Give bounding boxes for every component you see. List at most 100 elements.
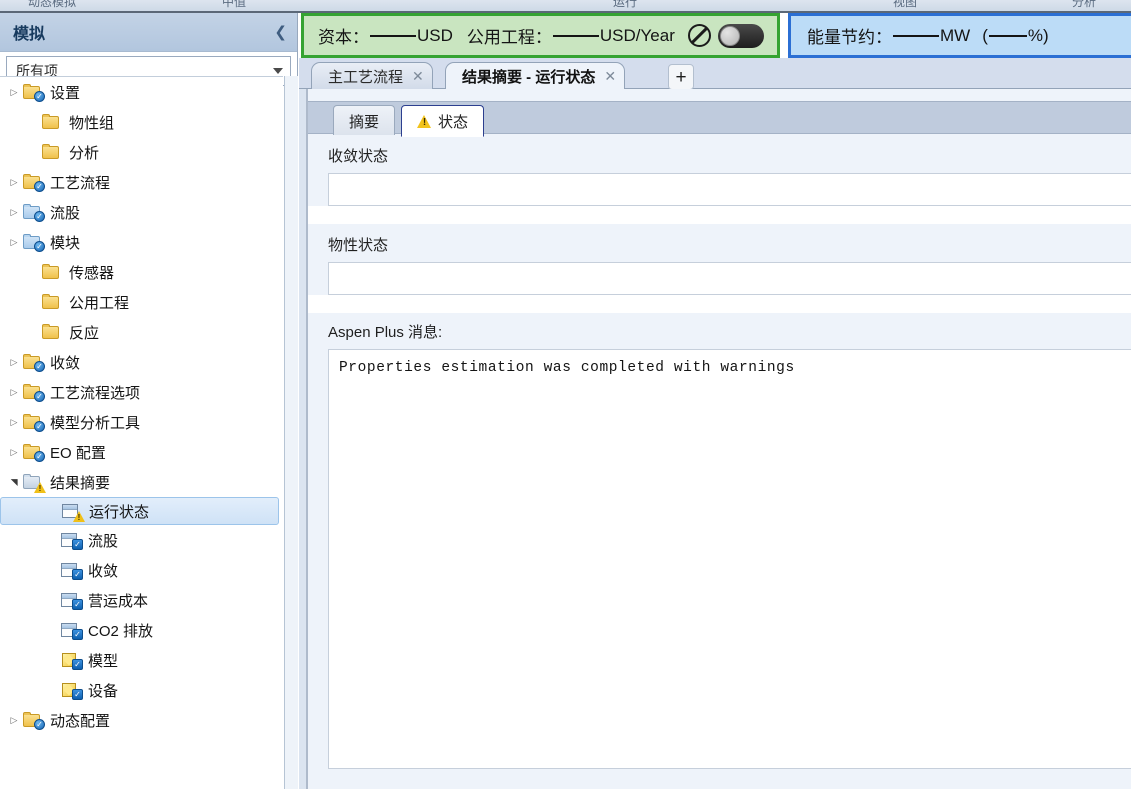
status-banner-row: 资本： USD 公用工程： USD/Year 能量节约： MW (%) xyxy=(299,13,1131,58)
energy-savings-blank xyxy=(893,34,939,37)
expand-arrow-icon[interactable]: ▷ xyxy=(6,357,22,367)
tree-item-0[interactable]: ▷ ✓ 设置 xyxy=(0,77,283,107)
tree-item-1[interactable]: 物性组 xyxy=(0,107,283,137)
folder-yellow-check-icon: ✓ xyxy=(22,413,45,432)
navigation-tree[interactable]: ▷ ✓ 设置 物性组 分析 ▷ ✓ 工艺流程 ▷ ✓ 流股 ▷ ✓ 模块 传感器 公用工程 反应 ▷ ✓ 收… xyxy=(0,76,283,789)
page-title: 模拟 xyxy=(13,26,46,43)
check-badge: ✓ xyxy=(34,181,45,192)
tree-item-18[interactable]: ✓ CO2 排放 xyxy=(0,615,283,645)
expand-arrow-icon[interactable]: ▷ xyxy=(6,207,22,217)
tab-summary[interactable]: 摘要 xyxy=(333,105,396,137)
close-icon[interactable]: ✕ xyxy=(412,69,424,83)
tree-item-10[interactable]: ▷ ✓ 工艺流程选项 xyxy=(0,377,283,407)
folder-yellow-icon xyxy=(41,323,63,341)
properties-status-field[interactable] xyxy=(328,262,1131,295)
tree-item-20[interactable]: ✓ 设备 xyxy=(0,675,283,705)
convergence-status-field[interactable] xyxy=(328,173,1131,206)
expand-arrow-icon[interactable]: ▷ xyxy=(6,387,22,397)
tree-item-17[interactable]: ✓ 营运成本 xyxy=(0,585,283,615)
capital-cost-banner: 资本： USD 公用工程： USD/Year xyxy=(301,13,780,58)
tree-item-8[interactable]: 反应 xyxy=(0,317,283,347)
folder-yellow-check-icon: ✓ xyxy=(22,173,45,192)
tree-item-12[interactable]: ▷ ✓ EO 配置 xyxy=(0,437,283,467)
document-tab-results-run-status[interactable]: 结果摘要 - 运行状态 ✕ xyxy=(445,62,626,89)
capital-cost-blank xyxy=(370,34,416,37)
ribbon-tab-1[interactable]: 中值 xyxy=(222,0,246,10)
aspen-message-textarea[interactable]: Properties estimation was completed with… xyxy=(328,349,1131,769)
ribbon-tab-0[interactable]: 动态模拟 xyxy=(28,0,76,10)
tree-item-3[interactable]: ▷ ✓ 工艺流程 xyxy=(0,167,283,197)
check-badge: ✓ xyxy=(34,719,45,730)
add-tab-button[interactable]: + xyxy=(668,64,694,90)
check-badge: ✓ xyxy=(34,91,45,102)
tree-item-21[interactable]: ▷ ✓ 动态配置 xyxy=(0,705,283,735)
ribbon-tab-3[interactable]: 视图 xyxy=(893,0,917,10)
prohibited-icon[interactable] xyxy=(687,24,711,47)
folder-blue-check-icon: ✓ xyxy=(22,233,45,252)
tree-item-11[interactable]: ▷ ✓ 模型分析工具 xyxy=(0,407,283,437)
expand-arrow-icon[interactable]: ▷ xyxy=(6,177,22,187)
tree-item-label: 流股 xyxy=(88,532,119,550)
folder-yellow-check-icon: ✓ xyxy=(22,83,45,102)
tree-item-6[interactable]: 传感器 xyxy=(0,257,283,287)
chevron-left-icon[interactable]: ❮ xyxy=(274,25,287,40)
check-badge: ✓ xyxy=(34,211,45,222)
ribbon-tab-2[interactable]: 运行 xyxy=(613,0,637,10)
expand-arrow-icon[interactable]: ▷ xyxy=(6,87,22,97)
ribbon-tab-4[interactable]: 分析 xyxy=(1072,0,1096,10)
tree-item-13[interactable]: ◢! 结果摘要 xyxy=(0,467,283,497)
utility-cost-unit: USD/Year xyxy=(599,25,675,45)
expand-arrow-icon[interactable]: ▷ xyxy=(6,447,22,457)
tree-item-16[interactable]: ✓ 收敛 xyxy=(0,555,283,585)
sheet-warning-icon: ! xyxy=(61,502,85,522)
check-badge: ✓ xyxy=(34,241,45,252)
tree-item-label: 模型分析工具 xyxy=(50,414,141,432)
utility-cost-blank xyxy=(552,34,599,37)
tree-item-label: 设置 xyxy=(50,84,81,102)
tree-item-9[interactable]: ▷ ✓ 收敛 xyxy=(0,347,283,377)
tree-item-label: 模块 xyxy=(50,234,81,252)
check-badge: ✓ xyxy=(34,391,45,402)
sheet-check-icon: ✓ xyxy=(60,591,83,610)
folder-yellow-check-icon: ✓ xyxy=(22,443,45,462)
energy-paren-close: ) xyxy=(1043,25,1049,45)
energy-savings-banner: 能量节约： MW (%) xyxy=(788,13,1131,58)
navigation-header: 模拟 ❮ xyxy=(0,13,297,52)
tree-item-label: EO 配置 xyxy=(50,444,106,462)
check-badge: ✓ xyxy=(72,569,83,580)
tree-item-label: 营运成本 xyxy=(88,592,149,610)
expand-arrow-icon[interactable]: ▷ xyxy=(6,417,22,427)
tree-item-7[interactable]: 公用工程 xyxy=(0,287,283,317)
chevron-down-icon xyxy=(273,68,283,74)
expand-arrow-icon[interactable]: ▷ xyxy=(6,715,22,725)
tree-item-5[interactable]: ▷ ✓ 模块 xyxy=(0,227,283,257)
document-tab-label: 主工艺流程 xyxy=(328,68,404,86)
tab-status[interactable]: ! 状态 xyxy=(401,105,485,137)
tree-item-15[interactable]: ✓ 流股 xyxy=(0,525,283,555)
tree-item-19[interactable]: ✓ 模型 xyxy=(0,645,283,675)
check-badge: ✓ xyxy=(72,599,83,610)
nav-tree-scrollbar[interactable] xyxy=(284,76,298,789)
tree-item-2[interactable]: 分析 xyxy=(0,137,283,167)
cost-toggle-switch[interactable] xyxy=(717,23,764,48)
document-tab-bar: 主工艺流程 ✕ 结果摘要 - 运行状态 ✕ + xyxy=(299,58,1131,90)
check-badge: ✓ xyxy=(72,689,83,700)
close-icon[interactable]: ✕ xyxy=(604,69,616,83)
capital-cost-unit: USD xyxy=(417,25,453,45)
diamond-check-icon: ✓ xyxy=(60,651,83,670)
collapse-arrow-icon[interactable]: ◢ xyxy=(9,474,19,490)
sub-tab-label: 状态 xyxy=(438,113,469,131)
tree-item-4[interactable]: ▷ ✓ 流股 xyxy=(0,197,283,227)
capital-cost-label: 资本： xyxy=(318,28,369,47)
expand-arrow-icon[interactable]: ▷ xyxy=(6,237,22,247)
tree-item-14[interactable]: ! 运行状态 xyxy=(0,497,279,525)
document-tab-main-flowsheet[interactable]: 主工艺流程 ✕ xyxy=(311,62,433,89)
